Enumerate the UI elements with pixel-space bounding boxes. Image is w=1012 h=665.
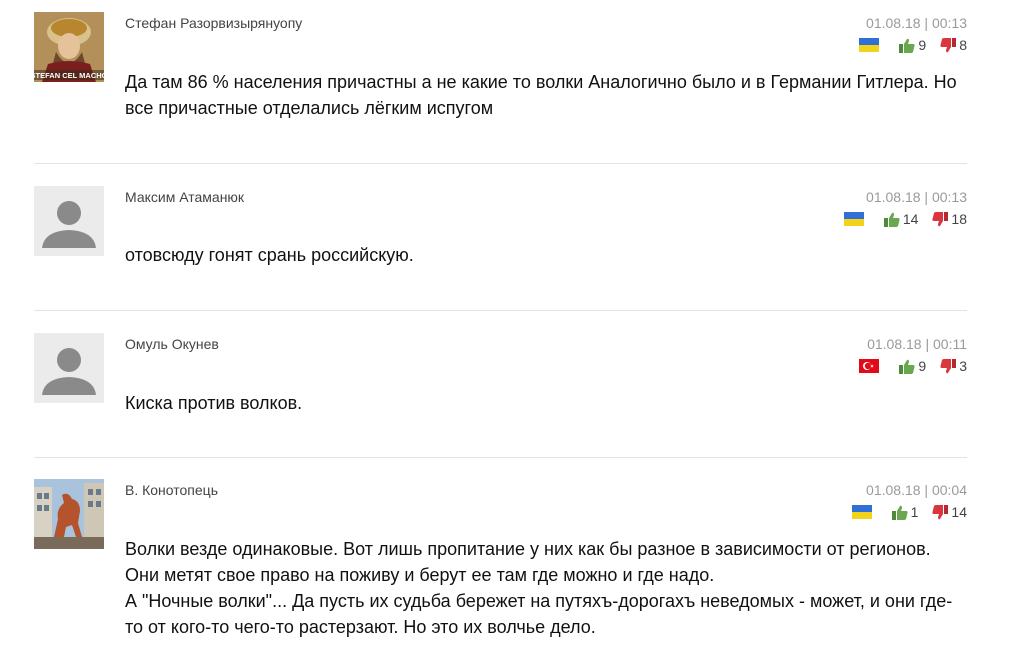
default-user-icon xyxy=(34,186,104,256)
comment-divider xyxy=(34,457,967,458)
thumbs-down-icon xyxy=(932,211,949,226)
dislike-button[interactable]: 3 xyxy=(940,358,967,374)
dislike-count: 18 xyxy=(951,211,967,227)
avatar[interactable] xyxy=(34,479,104,549)
like-button[interactable]: 9 xyxy=(899,37,926,53)
thumbs-down-icon xyxy=(940,37,957,52)
comment-divider xyxy=(34,310,967,311)
like-button[interactable]: 14 xyxy=(883,211,919,227)
comment-meta: 14 18 xyxy=(843,210,967,228)
thumbs-up-icon xyxy=(891,505,908,520)
author-name[interactable]: Максим Атаманюк xyxy=(125,189,244,205)
ukraine-flag-icon xyxy=(843,212,864,226)
comment-text: отовсюду гонят срань российскую. xyxy=(125,245,414,265)
comment-meta: 9 3 xyxy=(859,357,967,375)
comment-date: 01.08.18 | 00:04 xyxy=(866,482,967,498)
thumbs-up-icon xyxy=(883,212,900,227)
comment-text: Да там 86 % населения причастны а не как… xyxy=(125,72,957,118)
comment-date: 01.08.18 | 00:13 xyxy=(866,189,967,205)
author-name[interactable]: Стефан Разорвизырянуопу xyxy=(125,15,302,31)
comment-divider xyxy=(34,163,967,164)
like-button[interactable]: 1 xyxy=(891,504,919,520)
comment-text: Киска против волков. xyxy=(125,393,303,413)
thumbs-down-icon xyxy=(940,358,957,373)
dislike-count: 14 xyxy=(951,504,967,520)
comment-paragraph: А "Ночные волки"... Да пусть их судьба б… xyxy=(125,591,953,637)
comment-meta: 1 14 xyxy=(851,503,967,521)
like-count: 14 xyxy=(902,211,919,227)
avatar-image xyxy=(34,479,104,549)
comment-date: 01.08.18 | 00:13 xyxy=(866,15,967,31)
comment-meta: 9 8 xyxy=(859,36,967,54)
avatar-caption: STEFAN CEL MACHO xyxy=(34,71,104,80)
thumbs-down-icon xyxy=(932,504,949,519)
avatar-image: STEFAN CEL MACHO xyxy=(34,12,104,82)
dislike-count: 8 xyxy=(959,37,967,53)
author-name[interactable]: Омуль Окунев xyxy=(125,336,219,352)
dislike-button[interactable]: 18 xyxy=(932,211,967,227)
comment-date: 01.08.18 | 00:11 xyxy=(867,336,967,352)
dislike-button[interactable]: 14 xyxy=(932,504,967,520)
avatar[interactable]: STEFAN CEL MACHO xyxy=(34,12,104,82)
author-name[interactable]: В. Конотопець xyxy=(125,482,218,498)
like-count: 9 xyxy=(918,358,927,374)
thumbs-up-icon xyxy=(899,38,916,53)
like-count: 9 xyxy=(918,37,927,53)
ukraine-flag-icon xyxy=(851,505,872,519)
avatar[interactable] xyxy=(34,186,104,256)
comment-paragraph: Волки везде одинаковые. Вот лишь пропита… xyxy=(125,539,931,585)
dislike-count: 3 xyxy=(959,358,967,374)
thumbs-up-icon xyxy=(899,359,916,374)
comment-text: Волки везде одинаковые. Вот лишь пропита… xyxy=(125,536,967,640)
turkey-flag-icon xyxy=(859,359,880,373)
like-count: 1 xyxy=(910,504,919,520)
ukraine-flag-icon xyxy=(859,38,880,52)
default-user-icon xyxy=(34,333,104,403)
avatar[interactable] xyxy=(34,333,104,403)
dislike-button[interactable]: 8 xyxy=(940,37,967,53)
like-button[interactable]: 9 xyxy=(899,358,926,374)
